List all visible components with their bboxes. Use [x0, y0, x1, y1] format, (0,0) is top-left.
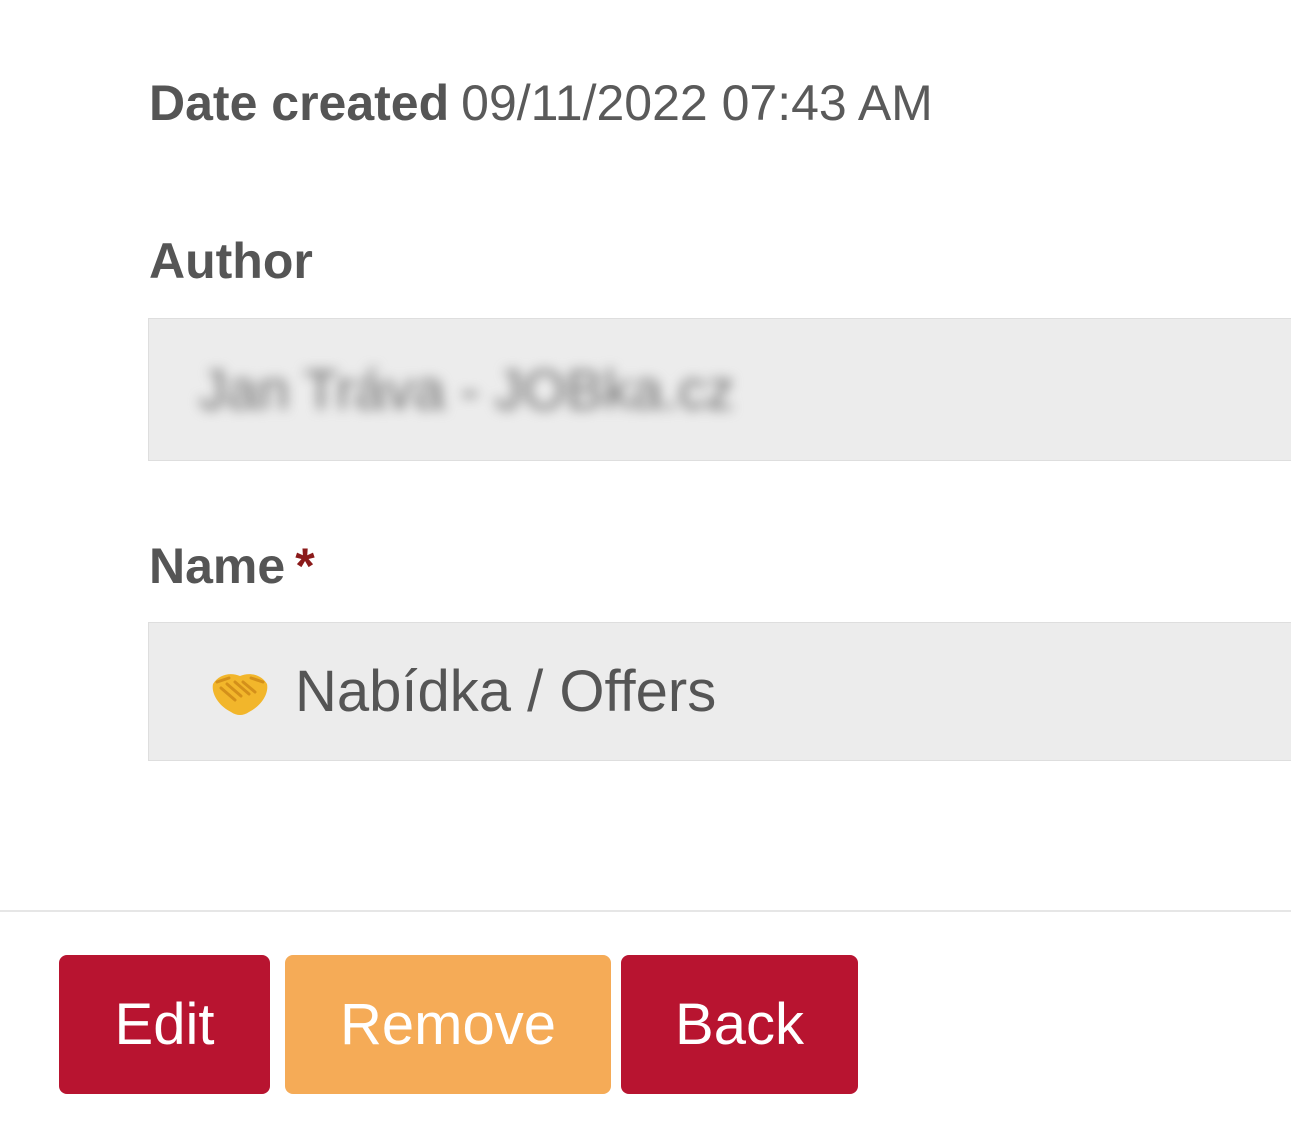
- record-detail-page: Date created 09/11/2022 07:43 AM Author J…: [0, 0, 1291, 1143]
- name-field: Nabídka / Offers: [148, 622, 1291, 761]
- author-label: Author: [149, 233, 313, 289]
- back-button[interactable]: Back: [621, 955, 858, 1094]
- name-label: Name: [149, 538, 286, 594]
- date-created-value: 09/11/2022 07:43 AM: [461, 75, 933, 131]
- name-label-row: Name *: [149, 535, 315, 597]
- required-mark: *: [295, 538, 315, 594]
- author-value: Jan Tráva - JOBka.cz: [199, 358, 735, 421]
- handshake-icon: [212, 674, 268, 715]
- remove-button[interactable]: Remove: [285, 955, 611, 1094]
- date-created-row: Date created 09/11/2022 07:43 AM: [149, 72, 933, 134]
- date-created-label: Date created: [149, 75, 450, 131]
- edit-button[interactable]: Edit: [59, 955, 270, 1094]
- author-field: Jan Tráva - JOBka.cz: [148, 318, 1291, 461]
- name-value-wrapper: Nabídka / Offers: [209, 659, 716, 725]
- name-value: Nabídka / Offers: [295, 659, 717, 724]
- divider: [0, 910, 1291, 912]
